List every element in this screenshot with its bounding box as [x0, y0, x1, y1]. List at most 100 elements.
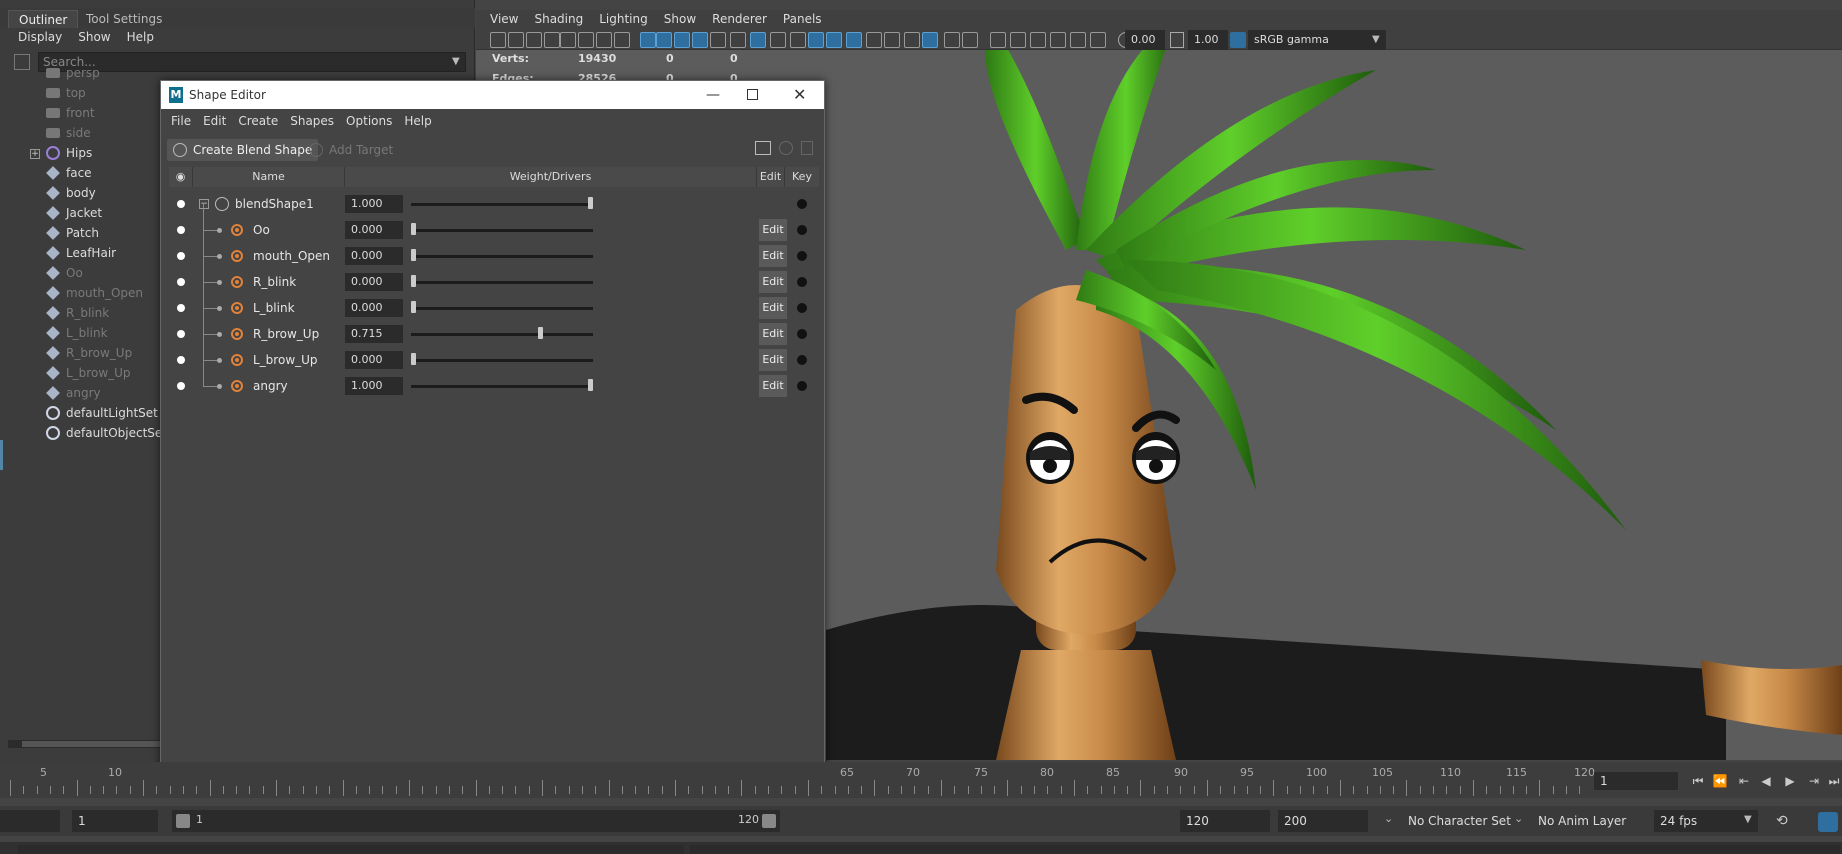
range-end-handle[interactable]	[762, 814, 776, 828]
viewport-tool-icon[interactable]	[790, 32, 806, 48]
menu-lighting[interactable]: Lighting	[591, 10, 656, 30]
viewport-tool-icon[interactable]	[1030, 32, 1046, 48]
weight-slider-track[interactable]	[411, 229, 593, 232]
blend-shape-row[interactable]: − blendShape1 1.000	[169, 191, 819, 217]
fps-dropdown[interactable]: 24 fps	[1654, 810, 1758, 832]
menu-renderer[interactable]: Renderer	[704, 10, 775, 30]
target-name[interactable]: L_blink	[253, 295, 295, 321]
weight-slider-handle[interactable]	[411, 301, 416, 313]
weight-slider-track[interactable]	[411, 385, 593, 388]
outliner-item[interactable]: top	[46, 83, 86, 103]
edit-button[interactable]: Edit	[759, 323, 787, 345]
weight-slider-track[interactable]	[411, 255, 593, 258]
menu-shapes[interactable]: Shapes	[284, 109, 340, 133]
viewport-tool-icon[interactable]	[1090, 32, 1106, 48]
target-name[interactable]: mouth_Open	[253, 243, 330, 269]
target-row[interactable]: R_brow_Up 0.715 Edit	[169, 308, 819, 347]
range-end-field[interactable]: 120	[1180, 810, 1270, 832]
weight-slider-track[interactable]	[411, 281, 593, 284]
menu-help[interactable]: Help	[398, 109, 437, 133]
visibility-toggle[interactable]	[177, 200, 185, 208]
target-row[interactable]: R_blink 0.000 Edit	[169, 256, 819, 295]
visibility-toggle[interactable]	[177, 278, 185, 286]
viewport-tool-icon[interactable]	[826, 32, 842, 48]
weight-slider-handle[interactable]	[411, 353, 416, 365]
outliner-item[interactable]: side	[46, 123, 91, 143]
key-icon[interactable]	[797, 303, 807, 313]
anim-layer-dropdown[interactable]: No Anim Layer	[1538, 810, 1626, 832]
weight-slider-handle[interactable]	[588, 379, 593, 391]
target-row[interactable]: angry 1.000 Edit	[169, 360, 819, 399]
target-name[interactable]: Oo	[253, 217, 270, 243]
collapse-icon[interactable]: −	[199, 199, 209, 209]
edit-button[interactable]: Edit	[759, 375, 787, 397]
shape-editor-titlebar[interactable]: M Shape Editor — ✕	[161, 81, 824, 109]
weight-slider-handle[interactable]	[411, 223, 416, 235]
viewport-tool-icon[interactable]	[674, 32, 690, 48]
menu-help[interactable]: Help	[119, 28, 162, 46]
viewport-tool-icon[interactable]	[990, 32, 1006, 48]
viewport-tool-icon[interactable]	[710, 32, 726, 48]
outliner-item[interactable]: LeafHair	[46, 243, 116, 263]
viewport-tool-icon[interactable]	[560, 32, 576, 48]
command-line[interactable]	[0, 842, 1842, 854]
edit-button[interactable]: Edit	[759, 297, 787, 319]
weight-slider-track[interactable]	[411, 359, 593, 362]
outliner-item[interactable]: defaultObjectSet	[46, 423, 167, 443]
range-start-handle[interactable]	[176, 814, 190, 828]
target-name[interactable]: angry	[253, 373, 288, 399]
go-to-end-icon[interactable]: ⏭	[1826, 773, 1842, 789]
outliner-item[interactable]: R_brow_Up	[46, 343, 132, 363]
weight-slider-track[interactable]	[411, 333, 593, 336]
loop-icon[interactable]: ⟲	[1776, 813, 1788, 829]
outliner-item[interactable]: angry	[46, 383, 101, 403]
viewport-tool-icon[interactable]	[614, 32, 630, 48]
viewport-tool-icon[interactable]	[490, 32, 506, 48]
outliner-item[interactable]: Hips	[46, 143, 92, 163]
trash-icon[interactable]	[801, 141, 813, 155]
weight-slider-handle[interactable]	[411, 275, 416, 287]
menu-view[interactable]: View	[482, 10, 526, 30]
chevron-down-icon[interactable]: ▼	[1744, 814, 1752, 825]
outliner-item[interactable]: face	[46, 163, 92, 183]
close-icon[interactable]: ✕	[793, 81, 806, 109]
weight-slider-handle[interactable]	[588, 197, 593, 209]
minimize-icon[interactable]: —	[706, 81, 720, 109]
menu-show[interactable]: Show	[656, 10, 704, 30]
viewport-tool-icon[interactable]	[770, 32, 786, 48]
visibility-toggle[interactable]	[177, 330, 185, 338]
visibility-toggle[interactable]	[177, 382, 185, 390]
outliner-item[interactable]: front	[46, 103, 95, 123]
target-name[interactable]: L_brow_Up	[253, 347, 318, 373]
weight-slider-track[interactable]	[411, 203, 593, 206]
target-row[interactable]: L_brow_Up 0.000 Edit	[169, 334, 819, 373]
edit-button[interactable]: Edit	[759, 245, 787, 267]
viewport-tool-icon[interactable]	[750, 32, 766, 48]
range-start-field[interactable]: 1	[72, 810, 158, 832]
outliner-item[interactable]: Patch	[46, 223, 99, 243]
go-to-start-icon[interactable]: ⏮	[1690, 773, 1706, 789]
key-icon[interactable]	[797, 355, 807, 365]
step-back-frame-icon[interactable]: ⇤	[1736, 773, 1752, 789]
visibility-toggle[interactable]	[177, 304, 185, 312]
color-management-icon[interactable]	[1230, 32, 1246, 48]
menu-display[interactable]: Display	[10, 28, 70, 46]
viewport-tool-icon[interactable]	[730, 32, 746, 48]
menu-show[interactable]: Show	[70, 28, 118, 46]
target-name[interactable]: R_brow_Up	[253, 321, 319, 347]
maximize-icon[interactable]	[747, 89, 758, 100]
gamma-icon[interactable]	[1170, 32, 1184, 48]
color-space-dropdown[interactable]: sRGB gamma	[1248, 30, 1386, 50]
menu-create[interactable]: Create	[232, 109, 284, 133]
outliner-item[interactable]: body	[46, 183, 96, 203]
viewport-tool-icon[interactable]	[1070, 32, 1086, 48]
weight-slider-handle[interactable]	[411, 249, 416, 261]
menu-edit[interactable]: Edit	[197, 109, 232, 133]
viewport-tool-icon[interactable]	[578, 32, 594, 48]
weight-field[interactable]: 1.000	[345, 377, 403, 395]
visibility-toggle[interactable]	[177, 226, 185, 234]
viewport-tool-icon[interactable]	[808, 32, 824, 48]
visibility-toggle[interactable]	[177, 356, 185, 364]
weight-field[interactable]: 0.000	[345, 247, 403, 265]
anim-layer-chevron-icon[interactable]: ⌄	[1514, 812, 1523, 825]
